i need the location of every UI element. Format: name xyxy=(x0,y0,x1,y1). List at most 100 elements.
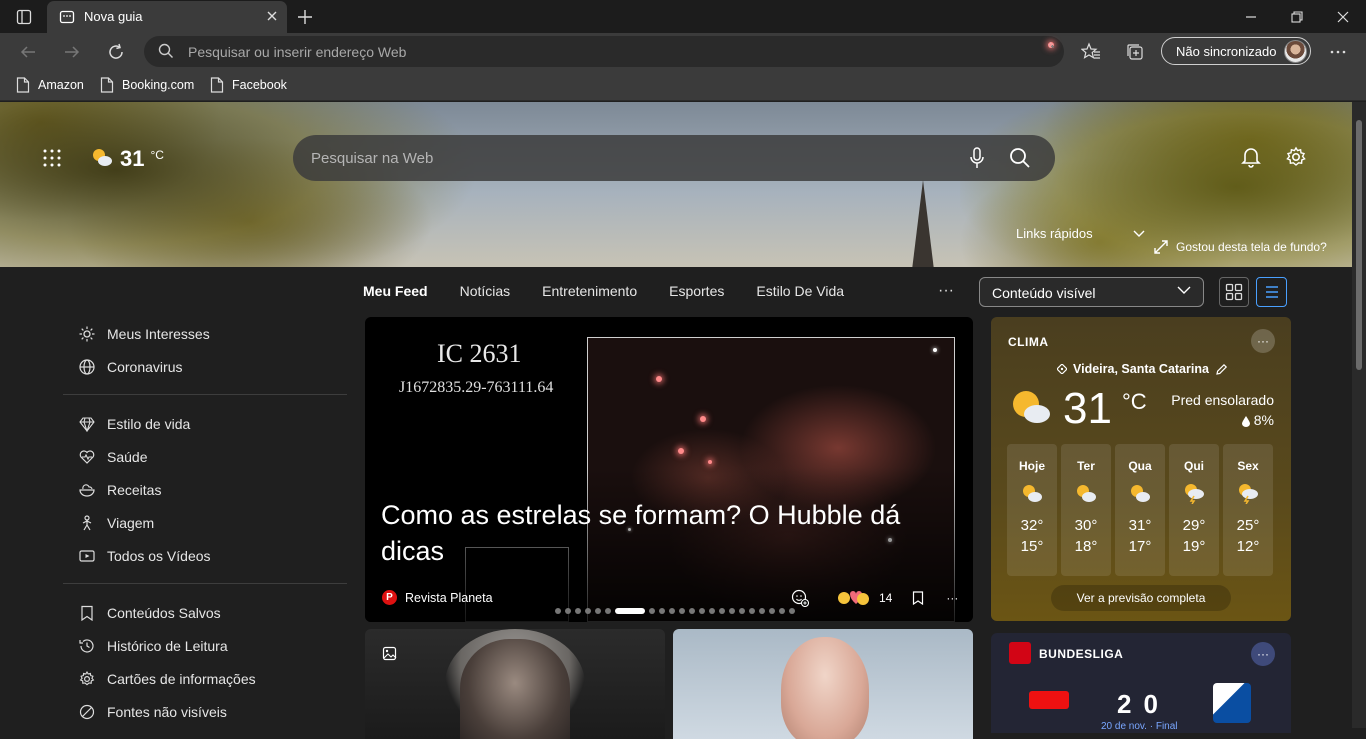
collections-icon[interactable] xyxy=(1123,40,1147,64)
quick-links-toggle[interactable]: Links rápidos xyxy=(1016,226,1145,241)
list-layout-icon[interactable] xyxy=(1256,277,1287,307)
weather-widget[interactable]: CLIMA ··· Videira, Santa Catarina 31 °C … xyxy=(991,317,1291,621)
bundesliga-logo xyxy=(1009,642,1031,664)
weather-more-button[interactable]: ··· xyxy=(1251,329,1275,353)
news-card-1[interactable] xyxy=(365,629,665,739)
bundesliga-widget[interactable]: BUNDESLIGA ··· 20 20 de nov. · Final xyxy=(991,633,1291,733)
menu-historico-de-leitura[interactable]: Histórico de Leitura xyxy=(63,629,347,662)
forecast-day[interactable]: Sex 25° 12° xyxy=(1223,444,1273,576)
close-window-icon[interactable] xyxy=(1332,6,1354,28)
news-card-2[interactable] xyxy=(673,629,973,739)
content-visibility-select[interactable]: Conteúdo visível xyxy=(979,277,1204,307)
content-select-label: Conteúdo visível xyxy=(992,285,1096,301)
menu-receitas[interactable]: Receitas xyxy=(63,473,347,506)
carousel-dot[interactable] xyxy=(585,608,591,614)
forward-arrow-icon[interactable] xyxy=(60,40,84,64)
new-tab-plus-icon[interactable] xyxy=(294,6,316,28)
settings-more-icon[interactable] xyxy=(1326,40,1350,64)
search-icon[interactable] xyxy=(1009,147,1031,169)
carousel-dot[interactable] xyxy=(615,608,645,614)
carousel-dot[interactable] xyxy=(759,608,765,614)
weather-location[interactable]: Videira, Santa Catarina xyxy=(1057,362,1228,376)
bookmark-booking[interactable]: Booking.com xyxy=(100,76,194,94)
carousel-dot[interactable] xyxy=(709,608,715,614)
carousel-dot[interactable] xyxy=(575,608,581,614)
carousel-dot[interactable] xyxy=(649,608,655,614)
add-reaction-icon[interactable] xyxy=(791,589,809,607)
carousel-dot[interactable] xyxy=(689,608,695,614)
forecast-day[interactable]: Ter 30° 18° xyxy=(1061,444,1111,576)
tab-noticias[interactable]: Notícias xyxy=(460,283,511,299)
carousel-dot[interactable] xyxy=(679,608,685,614)
tab-esportes[interactable]: Esportes xyxy=(669,283,724,299)
menu-estilo-de-vida[interactable]: Estilo de vida xyxy=(63,407,347,440)
like-background-link[interactable]: Gostou desta tela de fundo? xyxy=(1154,240,1327,254)
carousel-dot[interactable] xyxy=(789,608,795,614)
menu-fontes-nao-visiveis[interactable]: Fontes não visíveis xyxy=(63,695,347,728)
address-placeholder: Pesquisar ou inserir endereço Web xyxy=(188,44,407,60)
active-tab[interactable]: Nova guia xyxy=(47,1,287,33)
menu-viagem[interactable]: Viagem xyxy=(63,506,347,539)
carousel-dot[interactable] xyxy=(779,608,785,614)
menu-saude[interactable]: Saúde xyxy=(63,440,347,473)
carousel-dot[interactable] xyxy=(659,608,665,614)
carousel-dots[interactable] xyxy=(555,608,795,614)
tab-actions-icon[interactable] xyxy=(10,6,38,28)
refresh-icon[interactable] xyxy=(104,40,128,64)
web-search-box[interactable]: Pesquisar na Web xyxy=(293,135,1055,181)
bookmark-facebook[interactable]: Facebook xyxy=(210,76,287,94)
address-bar[interactable]: Pesquisar ou inserir endereço Web xyxy=(144,36,1064,67)
tab-estilo-de-vida[interactable]: Estilo De Vida xyxy=(756,283,844,299)
carousel-dot[interactable] xyxy=(595,608,601,614)
menu-coronavirus[interactable]: Coronavirus xyxy=(63,350,347,383)
hero-weather[interactable]: 31 °C xyxy=(90,146,164,172)
minimize-icon[interactable] xyxy=(1240,6,1262,28)
forecast-day-name: Qua xyxy=(1128,459,1152,473)
scrollbar-thumb[interactable] xyxy=(1356,120,1362,370)
forecast-day[interactable]: Qui 29° 19° xyxy=(1169,444,1219,576)
back-arrow-icon[interactable] xyxy=(16,40,40,64)
menu-conteudos-salvos[interactable]: Conteúdos Salvos xyxy=(63,596,347,629)
carousel-dot[interactable] xyxy=(669,608,675,614)
settings-gear-icon[interactable] xyxy=(1285,146,1307,168)
news-headline[interactable]: Como as estrelas se formam? O Hubble dá … xyxy=(381,497,941,569)
page-scrollbar[interactable] xyxy=(1352,102,1366,728)
forecast-day[interactable]: Hoje 32° 15° xyxy=(1007,444,1057,576)
full-forecast-button[interactable]: Ver a previsão completa xyxy=(1051,585,1231,611)
forecast-day[interactable]: Qua 31° 17° xyxy=(1115,444,1165,576)
close-tab-icon[interactable] xyxy=(265,9,279,23)
bundesliga-more-button[interactable]: ··· xyxy=(1251,642,1275,666)
notifications-bell-icon[interactable] xyxy=(1241,146,1261,168)
like-background-label: Gostou desta tela de fundo? xyxy=(1176,240,1327,254)
carousel-dot[interactable] xyxy=(605,608,611,614)
save-bookmark-icon[interactable] xyxy=(912,591,924,605)
menu-cartoes-de-informacoes[interactable]: Cartões de informações xyxy=(63,662,347,695)
carousel-dot[interactable] xyxy=(719,608,725,614)
tab-meu-feed[interactable]: Meu Feed xyxy=(363,283,428,299)
carousel-dot[interactable] xyxy=(565,608,571,614)
more-tabs-button[interactable]: ··· xyxy=(938,282,954,300)
profile-sync-button[interactable]: Não sincronizado xyxy=(1161,37,1311,65)
add-favorite-star-icon[interactable] xyxy=(1048,42,1054,48)
news-source[interactable]: P Revista Planeta xyxy=(382,590,493,605)
carousel-dot[interactable] xyxy=(555,608,561,614)
app-launcher-icon[interactable] xyxy=(42,148,62,168)
carousel-dot[interactable] xyxy=(699,608,705,614)
tab-entretenimento[interactable]: Entretenimento xyxy=(542,283,637,299)
news-more-button[interactable]: ··· xyxy=(946,591,958,605)
edit-pencil-icon[interactable] xyxy=(1215,363,1228,376)
grid-layout-icon[interactable] xyxy=(1219,277,1249,307)
carousel-dot[interactable] xyxy=(769,608,775,614)
menu-meus-interesses[interactable]: Meus Interesses xyxy=(63,317,347,350)
reaction-emojis-icon xyxy=(837,590,869,606)
menu-label: Conteúdos Salvos xyxy=(107,604,221,621)
microphone-icon[interactable] xyxy=(969,147,985,169)
menu-todos-os-videos[interactable]: Todos os Vídeos xyxy=(63,539,347,572)
carousel-dot[interactable] xyxy=(739,608,745,614)
carousel-dot[interactable] xyxy=(749,608,755,614)
carousel-dot[interactable] xyxy=(729,608,735,614)
favorites-icon[interactable] xyxy=(1079,40,1103,64)
featured-news-card[interactable]: IC 2631 J1672835.29-763111.64 Como as es… xyxy=(365,317,973,622)
restore-icon[interactable] xyxy=(1286,6,1308,28)
bookmark-amazon[interactable]: Amazon xyxy=(16,76,84,94)
